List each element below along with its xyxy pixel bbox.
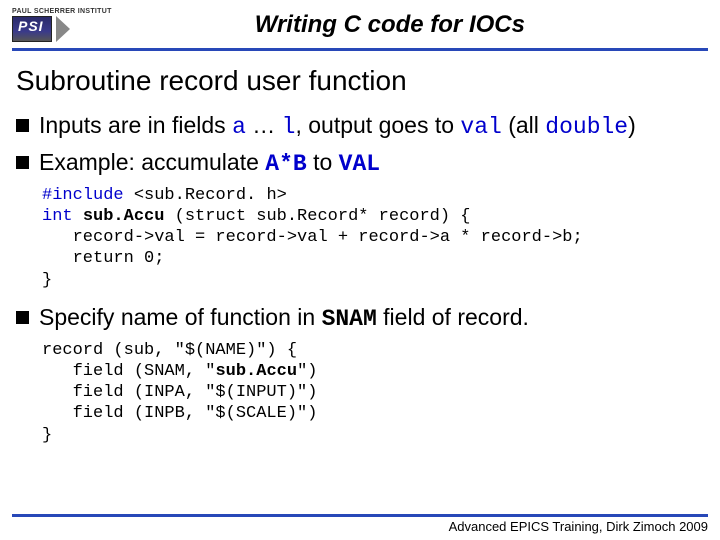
text: )	[628, 112, 636, 138]
bullet-2-text: Example: accumulate A*B to VAL	[39, 148, 704, 179]
footer-text: Advanced EPICS Training, Dirk Zimoch 200…	[449, 519, 708, 534]
code: record (sub, "$(NAME)") {	[42, 341, 297, 360]
bullet-marker-icon	[16, 311, 29, 324]
code: }	[42, 426, 52, 445]
code-val-caps: VAL	[339, 151, 380, 177]
func-name: sub.Accu	[215, 362, 297, 381]
bullet-2: Example: accumulate A*B to VAL	[16, 148, 704, 179]
text: Specify name of function in	[39, 304, 322, 330]
slide-header: PAUL SCHERRER INSTITUT PSI Writing C cod…	[0, 0, 720, 48]
code-snam: SNAM	[322, 306, 377, 332]
institute-name: PAUL SCHERRER INSTITUT	[12, 8, 112, 15]
text: field of record.	[377, 304, 529, 330]
keyword: int	[42, 207, 83, 226]
text: to	[307, 149, 339, 175]
code: record->val = record->val + record->a * …	[42, 228, 583, 247]
code: }	[42, 271, 52, 290]
code: field (INPB, "$(SCALE)")	[42, 404, 317, 423]
slide-footer: Advanced EPICS Training, Dirk Zimoch 200…	[12, 514, 708, 534]
text: , output goes to	[295, 112, 460, 138]
slide-subheading: Subroutine record user function	[16, 65, 704, 97]
text: Inputs are in fields	[39, 112, 232, 138]
slide-title: Writing C code for IOCs	[132, 11, 708, 39]
psi-logo: PAUL SCHERRER INSTITUT PSI	[12, 8, 112, 42]
bullet-1-text: Inputs are in fields a … l, output goes …	[39, 111, 704, 142]
code-block-1: #include <sub.Record. h> int sub.Accu (s…	[42, 185, 704, 291]
code-expr: A*B	[265, 151, 306, 177]
code-val: val	[460, 114, 501, 140]
text: Example: accumulate	[39, 149, 265, 175]
slide-body: Subroutine record user function Inputs a…	[0, 65, 720, 446]
bullet-marker-icon	[16, 119, 29, 132]
text: (all	[502, 112, 545, 138]
text: …	[246, 112, 282, 138]
code-l: l	[282, 114, 296, 140]
code: field (INPA, "$(INPUT)")	[42, 383, 317, 402]
bullet-3-text: Specify name of function in SNAM field o…	[39, 303, 704, 334]
code: field (SNAM, "	[42, 362, 215, 381]
bullet-marker-icon	[16, 156, 29, 169]
bullet-1: Inputs are in fields a … l, output goes …	[16, 111, 704, 142]
func-name: sub.Accu	[83, 207, 165, 226]
include-path: <sub.Record. h>	[134, 186, 287, 205]
code: return 0;	[42, 249, 164, 268]
code: (struct sub.Record* record) {	[164, 207, 470, 226]
code-double: double	[545, 114, 628, 140]
bullet-3: Specify name of function in SNAM field o…	[16, 303, 704, 334]
keyword: #include	[42, 186, 134, 205]
header-divider	[12, 48, 708, 51]
code: ")	[297, 362, 317, 381]
code-block-2: record (sub, "$(NAME)") { field (SNAM, "…	[42, 340, 704, 446]
code-a: a	[232, 114, 246, 140]
